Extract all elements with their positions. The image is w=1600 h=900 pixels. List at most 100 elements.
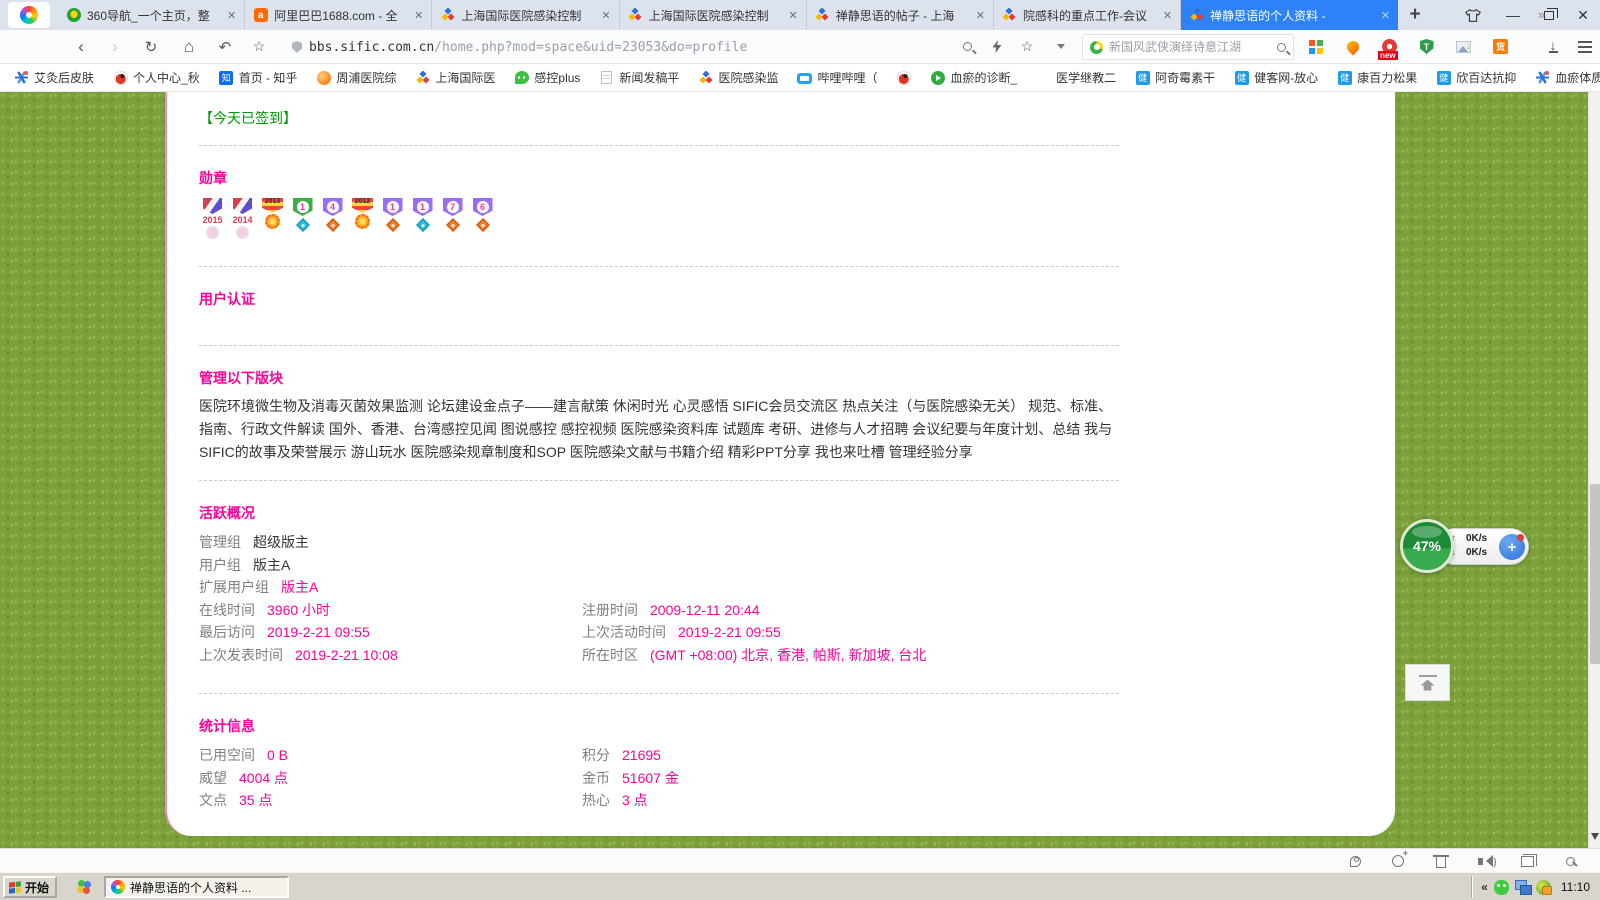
network-tray-icon[interactable]	[1515, 880, 1530, 895]
bookmark-item[interactable]	[896, 70, 911, 85]
search-engine-icon[interactable]	[1090, 41, 1103, 54]
field-label: 注册时间	[582, 599, 638, 622]
accelerate-plus-button[interactable]: +	[1499, 534, 1525, 560]
sific-icon	[628, 8, 643, 23]
quick-launch-icon[interactable]	[74, 878, 94, 896]
start-button[interactable]: 开始	[3, 876, 57, 898]
browser-tab[interactable]: 禅静思语的个人资料 -✕	[1181, 0, 1398, 30]
skin-button[interactable]	[1458, 0, 1488, 30]
minimize-button[interactable]: —	[1498, 0, 1528, 30]
greenplay-icon	[930, 70, 945, 85]
bookmark-item[interactable]: 哔哩哔哩（	[797, 69, 877, 86]
apps-grid-icon[interactable]	[1308, 39, 1323, 54]
active-task-button[interactable]: 禅静思语的个人资料 ...	[104, 876, 289, 898]
speed-widget[interactable]: ↑0K/s ↓0K/s + 47%	[1400, 519, 1530, 575]
weibo-icon	[896, 70, 911, 85]
bookmark-item[interactable]: 医院感染监	[698, 69, 778, 86]
red-new-icon[interactable]: new	[1382, 39, 1397, 54]
browser-tab[interactable]: 上海国际医院感染控制✕	[432, 0, 619, 30]
bookmark-item[interactable]: 健阿奇霉素干	[1135, 69, 1215, 86]
scrollbar-down-arrow[interactable]	[1591, 833, 1599, 844]
medal-banner-icon: 2013	[262, 198, 283, 213]
bookmark-item[interactable]: 血瘀体质如	[1535, 69, 1600, 86]
search-icon[interactable]	[1277, 43, 1286, 52]
bookmark-item[interactable]: 周浦医院综	[316, 69, 396, 86]
tab-close-icon[interactable]: ✕	[789, 9, 798, 22]
back-to-top-button[interactable]	[1405, 664, 1450, 701]
browser-tab[interactable]: 院感科的重点工作-会议✕	[994, 0, 1181, 30]
bookmark-item[interactable]: 健康百力松果	[1337, 69, 1417, 86]
memory-ball[interactable]: 47%	[1400, 519, 1454, 573]
refresh-button[interactable]: ↻	[136, 30, 166, 63]
forward-button[interactable]: ›	[100, 30, 130, 63]
frame-icon[interactable]	[1519, 853, 1535, 869]
tab-title: 上海国际医院感染控制	[649, 7, 783, 24]
tab-close-icon[interactable]: ✕	[976, 9, 985, 22]
home-button[interactable]: ⌂	[174, 30, 204, 63]
favorite-star-button[interactable]: ☆	[244, 30, 274, 63]
globeplus-icon[interactable]	[1390, 853, 1406, 869]
tab-close-icon[interactable]: ✕	[227, 9, 236, 22]
flame-icon[interactable]	[1345, 39, 1360, 54]
rocket-icon[interactable]	[1347, 853, 1363, 869]
dropdown-chevron-icon[interactable]	[1046, 30, 1076, 63]
bookmark-item[interactable]: 血瘀的诊断_	[930, 69, 1017, 86]
magnifier-icon[interactable]	[1562, 853, 1578, 869]
medal-sun-icon	[265, 214, 280, 229]
speaker-icon[interactable]	[1476, 853, 1492, 869]
undo-button[interactable]: ↶	[210, 30, 240, 63]
shield-t-icon[interactable]: T	[1419, 39, 1434, 54]
bookmark-label: 医院感染监	[718, 69, 778, 86]
trash-icon[interactable]	[1433, 853, 1449, 869]
vertical-scrollbar[interactable]	[1588, 92, 1600, 848]
bluex-icon	[1535, 70, 1550, 85]
medal-gem-icon	[445, 218, 459, 232]
huo-icon[interactable]: 货	[1493, 39, 1508, 54]
screenshot-icon[interactable]	[1456, 39, 1471, 54]
search-box[interactable]	[1082, 34, 1294, 60]
bookmark-item[interactable]: 健欣百达抗抑	[1436, 69, 1516, 86]
browser-tab[interactable]: 360导航_一个主页，整✕	[58, 0, 245, 30]
tab-close-icon[interactable]: ✕	[601, 9, 610, 22]
tray-expand-icon[interactable]: «	[1481, 880, 1488, 894]
bookmark-item[interactable]: 知首页 - 知乎	[219, 69, 298, 86]
bookmark-item[interactable]: 健健客网-放心	[1234, 69, 1318, 86]
scrollbar-thumb[interactable]	[1590, 484, 1600, 664]
browser-tab[interactable]: 上海国际医院感染控制 ✕	[620, 0, 807, 30]
menu-icon[interactable]	[1570, 30, 1600, 63]
zoom-icon[interactable]	[952, 30, 982, 63]
bookmark-item[interactable]: 艾灸后皮肤	[14, 69, 94, 86]
bookmark-item[interactable]: 上海国际医	[415, 69, 495, 86]
sific-icon	[815, 8, 830, 23]
download-icon[interactable]: ↓	[1538, 30, 1568, 63]
managed-boards-links[interactable]: 医院环境微生物及消毒灭菌效果监测 论坛建设金点子——建言献策 休闲时光 心灵感悟…	[199, 395, 1119, 464]
tab-close-icon[interactable]: ✕	[1163, 9, 1172, 22]
new-tab-button[interactable]: +	[1400, 0, 1430, 30]
auth-title: 用户认证	[199, 289, 1395, 309]
security-tray-icon[interactable]	[1536, 880, 1551, 895]
address-bar[interactable]: bbs.sific.com.cn/home.php?mod=space&uid=…	[292, 34, 932, 60]
browser-tab[interactable]: a阿里巴巴1688.com - 全✕	[245, 0, 432, 30]
profile-content: 【今天已签到】 勋章 2015201420131420121176 用户认证 管…	[165, 92, 1395, 836]
back-button[interactable]: ‹	[66, 30, 96, 63]
search-input[interactable]	[1109, 40, 1271, 54]
bookmark-item[interactable]: 新闻发稿平	[599, 69, 679, 86]
activity-row: 上次发表时间2019-2-21 10:08所在时区(GMT +08:00) 北京…	[199, 644, 1395, 667]
bookmark-item[interactable]: 感控plus	[514, 69, 580, 86]
site-safety-shield-icon[interactable]	[292, 41, 302, 53]
bookmarks-overflow-chevron[interactable]: »	[1538, 0, 1545, 28]
boost-icon[interactable]	[982, 30, 1012, 63]
bookmark-item[interactable]: 个人中心_秋	[113, 69, 200, 86]
wechat-tray-icon[interactable]	[1494, 880, 1509, 895]
bluex-icon	[14, 70, 29, 85]
browser-logo[interactable]	[8, 2, 50, 28]
bilibili-icon	[797, 70, 812, 85]
tab-close-icon[interactable]: ✕	[414, 9, 423, 22]
bookmark-item[interactable]: 医学继教二	[1036, 69, 1116, 86]
field-label: 上次活动时间	[582, 621, 666, 644]
tab-close-icon[interactable]: ✕	[1381, 9, 1390, 22]
bookmark-star-icon[interactable]: ☆	[1012, 30, 1042, 63]
browser-tab[interactable]: 禅静思语的帖子 - 上海✕	[807, 0, 994, 30]
close-button[interactable]: ✕	[1568, 0, 1598, 30]
medal: 2013	[259, 198, 286, 229]
